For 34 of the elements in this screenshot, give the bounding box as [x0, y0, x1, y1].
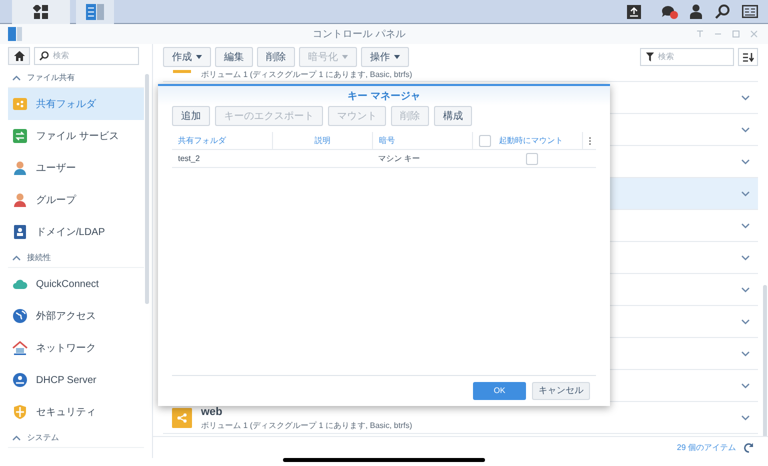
- sidebar-item[interactable]: ドメイン/LDAP: [8, 216, 144, 248]
- table-cell: マシン キー: [378, 154, 420, 162]
- column-header[interactable]: 共有フォルダ: [178, 134, 226, 146]
- folder-location: ボリューム 1 (ディスクグループ 1 にあります, Basic, btrfs): [201, 420, 414, 431]
- sidebar-item[interactable]: セキュリティ: [8, 396, 144, 428]
- dialog-title: キー マネージャ: [348, 90, 420, 104]
- toolbar-button[interactable]: 削除: [257, 47, 295, 67]
- cancel-button[interactable]: キャンセル: [532, 382, 590, 400]
- table-cell: test_2: [178, 154, 200, 162]
- section-header[interactable]: システム: [8, 428, 144, 448]
- sidebar-item[interactable]: 外部アクセス: [8, 300, 144, 332]
- sidebar-item[interactable]: ファイル サービス: [8, 120, 144, 152]
- column-header[interactable]: 説明: [314, 134, 330, 146]
- toolbar-button[interactable]: 操作: [361, 47, 409, 67]
- item-count: 29 個のアイテム: [676, 442, 736, 454]
- dialog-toolbar-button[interactable]: 構成: [434, 106, 472, 126]
- list-row[interactable]: ボリューム 1 (ディスクグループ 1 にあります, Basic, btrfs): [163, 70, 758, 82]
- section-header[interactable]: 接続性: [8, 248, 144, 268]
- search-input[interactable]: 検索: [53, 50, 133, 62]
- search-field[interactable]: 検索: [34, 47, 139, 65]
- sidebar-item[interactable]: DHCP Server: [8, 364, 144, 396]
- column-header[interactable]: 起動時にマウント: [499, 134, 563, 146]
- toolbar-button[interactable]: 作成: [163, 47, 211, 67]
- toolbar-button[interactable]: 編集: [215, 47, 253, 67]
- sidebar-item[interactable]: グループ: [8, 184, 144, 216]
- sidebar-item[interactable]: ユーザー: [8, 152, 144, 184]
- search-input[interactable]: 検索: [658, 51, 728, 63]
- folder-name: web: [201, 405, 224, 420]
- sidebar-item[interactable]: QuickConnect: [8, 268, 144, 300]
- sidebar-item[interactable]: ネットワーク: [8, 332, 144, 364]
- window-title: コントロール パネル: [312, 28, 406, 42]
- filter-search-field[interactable]: 検索: [640, 48, 734, 66]
- dialog-toolbar-button[interactable]: 追加: [172, 106, 210, 126]
- folder-location: ボリューム 1 (ディスクグループ 1 にあります, Basic, btrfs): [201, 70, 414, 80]
